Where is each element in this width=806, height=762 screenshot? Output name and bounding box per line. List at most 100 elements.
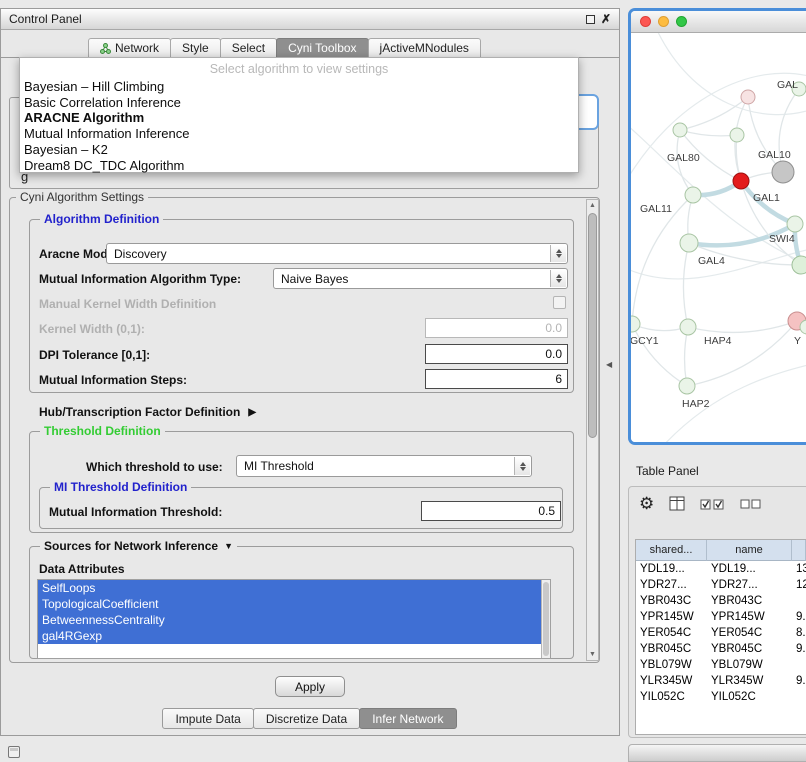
network-node-hap4[interactable] [680,319,696,335]
scroll-up-icon[interactable]: ▲ [587,200,598,211]
column-header[interactable] [792,540,806,561]
table-body: YDL19...YDL19...13YDR27...YDR27...12YBR0… [636,561,806,705]
minimize-traffic-light[interactable] [658,16,669,27]
network-edge [685,327,688,386]
network-node-pinktop[interactable] [741,90,755,104]
bottom-tab-infer-network[interactable]: Infer Network [359,708,456,729]
aracne-mode-combobox[interactable]: Discovery [106,243,568,264]
panel-splitter-collapse-icon[interactable]: ◀ [606,360,612,369]
scroll-down-icon[interactable]: ▼ [587,649,598,660]
scrollbar-thumb[interactable] [588,213,597,438]
table-row[interactable]: YIL052CYIL052C [636,689,806,705]
bottom-tab-impute-data[interactable]: Impute Data [162,708,253,729]
tab-label: Select [232,41,265,55]
table-cell [792,689,806,705]
table-row[interactable]: YBR045CYBR045C9. [636,641,806,657]
aracne-mode-value: Discovery [114,247,167,261]
table-cell: 9. [792,641,806,657]
data-attributes-list: SelfLoopsTopologicalCoefficientBetweenne… [37,579,551,659]
tab-network[interactable]: Network [88,38,171,57]
zoom-traffic-light[interactable] [676,16,687,27]
table-row[interactable]: YBR043CYBR043C [636,593,806,609]
table-row[interactable]: YDL19...YDL19...13 [636,561,806,577]
table-cell: YLR345W [707,673,792,689]
apply-button[interactable]: Apply [275,676,345,697]
table-row[interactable]: YBL079WYBL079W [636,657,806,673]
mi-type-value: Naive Bayes [281,272,348,286]
close-icon[interactable]: ✗ [601,14,611,24]
attribute-list-item[interactable]: SelfLoops [38,580,550,596]
gear-icon[interactable]: ⚙ [639,495,654,512]
network-node-gal10[interactable] [772,161,794,183]
network-node-gcy1[interactable] [631,316,640,332]
columns-icon[interactable] [669,496,685,511]
network-edge [680,130,737,136]
network-node-gal80[interactable] [673,123,687,137]
network-node-gal11[interactable] [685,187,701,203]
attribute-list-item[interactable]: TopologicalCoefficient [38,596,550,612]
table-cell: 13 [792,561,806,577]
hub-definition-toggle[interactable]: Hub/Transcription Factor Definition ▶ [39,405,256,419]
network-node-greena[interactable] [730,128,744,142]
node-label: GAL [777,79,798,91]
table-row[interactable]: YER054CYER054C8. [636,625,806,641]
table-row[interactable]: YPR145WYPR145W9. [636,609,806,625]
algorithm-option[interactable]: Bayesian – K2 [20,142,578,158]
algorithm-option[interactable]: Basic Correlation Inference [20,95,578,111]
algorithm-placeholder: Select algorithm to view settings [20,60,578,79]
table-row[interactable]: YDR27...YDR27...12 [636,577,806,593]
table-cell: YIL052C [636,689,707,705]
settings-scrollbar[interactable]: ▲ ▼ [586,199,599,661]
which-threshold-combobox[interactable]: MI Threshold [236,455,532,477]
attribute-list-scrollbar[interactable] [541,580,550,658]
tab-jactivemnodules[interactable]: jActiveMNodules [368,38,481,57]
node-label: GAL1 [753,192,780,204]
mi-type-combobox[interactable]: Naive Bayes [273,268,568,289]
attribute-list-item[interactable]: BetweennessCentrality [38,612,550,628]
float-window-icon[interactable] [586,15,595,24]
tab-style[interactable]: Style [170,38,221,57]
kernel-width-field [425,318,568,338]
algorithm-option[interactable]: Dream8 DC_TDC Algorithm [20,158,578,174]
network-node-gal1[interactable] [733,173,749,189]
algorithm-option[interactable]: ARACNE Algorithm [20,110,578,126]
tab-cyni-toolbox[interactable]: Cyni Toolbox [276,38,368,57]
control-panel-window: Control Panel ✗ NetworkStyleSelectCyni T… [0,8,620,736]
tab-label: Network [115,41,159,55]
dpi-tolerance-field[interactable] [425,344,568,364]
algorithm-dropdown-popup: Select algorithm to view settings Bayesi… [19,57,579,173]
settings-group-title: Cyni Algorithm Settings [16,190,148,204]
deselect-all-icon[interactable] [740,499,761,509]
mi-steps-field[interactable] [425,369,568,389]
column-header[interactable]: shared... [636,540,707,561]
network-canvas-svg: GALGAL80GAL10GAL1GAL11SWI4GAL4GCY1HAP4YH… [631,33,806,444]
table-cell [792,593,806,609]
mi-threshold-field[interactable] [421,501,561,521]
node-label: GAL11 [640,203,672,215]
table-cell: YER054C [636,625,707,641]
table-cell: YPR145W [636,609,707,625]
table-cell: 9. [792,673,806,689]
select-all-icon[interactable] [700,498,725,510]
tab-select[interactable]: Select [220,38,277,57]
network-node-swi4[interactable] [787,216,803,232]
node-label: HAP4 [704,335,732,347]
table-panel: ⚙ shared...name YDL19...YDL19...13YDR27.… [628,486,806,738]
network-node-rightgreen[interactable] [792,256,806,274]
table-cell: YBR043C [707,593,792,609]
docked-panel-icon[interactable] [8,746,20,758]
network-node-gal4[interactable] [680,234,698,252]
algorithm-option[interactable]: Mutual Information Inference [20,126,578,142]
tab-label: Style [182,41,209,55]
bottom-tab-discretize-data[interactable]: Discretize Data [253,708,360,729]
attribute-list-item[interactable]: gal4RGexp [38,628,550,644]
network-node-hap2[interactable] [679,378,695,394]
close-traffic-light[interactable] [640,16,651,27]
table-cell: YBL079W [636,657,707,673]
table-row[interactable]: YLR345WYLR345W9. [636,673,806,689]
sources-toggle[interactable]: Sources for Network Inference ▼ [40,539,237,553]
table-cell: YLR345W [636,673,707,689]
column-header[interactable]: name [707,540,792,561]
network-canvas[interactable]: GALGAL80GAL10GAL1GAL11SWI4GAL4GCY1HAP4YH… [631,33,806,444]
algorithm-option[interactable]: Bayesian – Hill Climbing [20,79,578,95]
